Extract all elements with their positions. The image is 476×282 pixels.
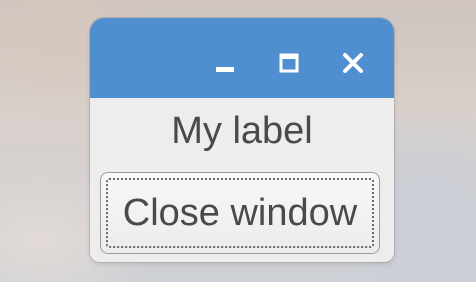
minimize-button[interactable] xyxy=(210,48,240,78)
title-bar[interactable] xyxy=(90,18,394,98)
app-window: My label Close window xyxy=(90,18,394,262)
my-label: My label xyxy=(171,110,313,152)
minimize-icon xyxy=(214,52,236,74)
close-button[interactable] xyxy=(338,48,368,78)
close-icon xyxy=(342,52,364,74)
window-content: My label Close window xyxy=(90,98,394,262)
maximize-button[interactable] xyxy=(274,48,304,78)
close-window-button[interactable]: Close window xyxy=(100,172,380,254)
close-window-button-label: Close window xyxy=(122,191,358,234)
maximize-icon xyxy=(278,52,300,74)
